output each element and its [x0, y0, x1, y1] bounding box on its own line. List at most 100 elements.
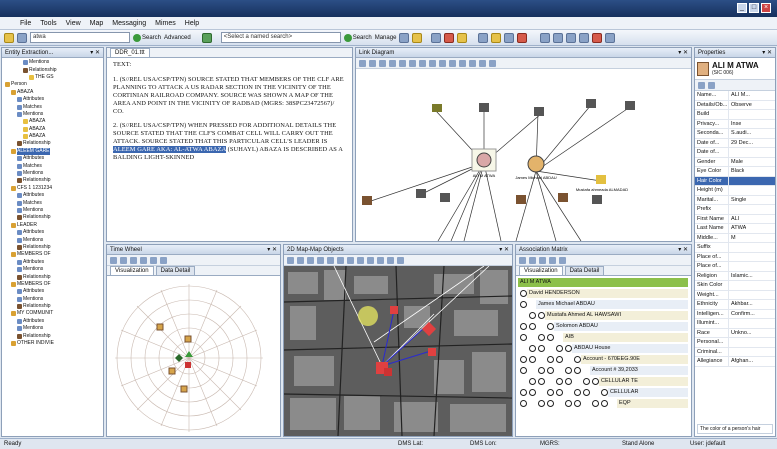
graph-node[interactable] [558, 193, 568, 202]
tree-item[interactable]: Mentions [2, 59, 103, 66]
menu-help[interactable]: Help [185, 20, 199, 27]
folder-icon[interactable] [4, 32, 14, 43]
tree-item[interactable]: Attributes [2, 259, 103, 266]
tree-item[interactable]: Mentions [2, 170, 103, 177]
association-marker[interactable] [529, 356, 536, 363]
tab-data-detail[interactable]: Data Detail [155, 266, 196, 275]
property-row[interactable]: Date of... [695, 148, 775, 158]
tree-item[interactable]: Matches [2, 162, 103, 169]
association-marker[interactable] [520, 367, 527, 374]
tool-icon[interactable] [459, 59, 466, 67]
tool-icon[interactable] [479, 59, 486, 67]
association-marker[interactable] [520, 301, 527, 308]
association-marker[interactable] [565, 400, 572, 407]
association-marker[interactable] [547, 400, 554, 407]
map-icon[interactable] [444, 32, 455, 43]
association-marker[interactable] [583, 389, 590, 396]
tree-item[interactable]: ABAZA [2, 89, 103, 96]
matrix-row[interactable]: AIB [563, 333, 688, 342]
property-row[interactable]: Intelligen... Confirm... [695, 309, 775, 319]
association-marker[interactable] [529, 345, 536, 352]
tool-icon[interactable] [140, 256, 147, 264]
association-marker[interactable] [520, 323, 527, 330]
tool-icon[interactable] [120, 256, 127, 264]
tree-item[interactable]: Person [2, 81, 103, 88]
property-row[interactable]: Personal... [695, 338, 775, 348]
map-marker[interactable] [390, 306, 398, 314]
timeline-event[interactable] [156, 323, 164, 331]
tree-item[interactable]: Relationship [2, 303, 103, 310]
tool-icon[interactable] [539, 256, 546, 264]
graph-node[interactable] [534, 107, 544, 116]
association-marker[interactable] [574, 400, 581, 407]
matrix-row[interactable]: CELLULAR [608, 388, 688, 397]
matrix-row[interactable]: ABDAU House [572, 344, 688, 353]
property-row[interactable]: Weight... [695, 290, 775, 300]
tree-item[interactable]: Mentions [2, 325, 103, 332]
tree-item[interactable]: Mentions [2, 207, 103, 214]
layout-icon[interactable] [540, 32, 551, 43]
property-row[interactable]: Criminal... [695, 347, 775, 357]
association-marker[interactable] [529, 378, 536, 385]
tree-item[interactable]: LEADER [2, 222, 103, 229]
search-input[interactable]: atwa [30, 32, 130, 43]
matrix-row[interactable]: EQP [617, 399, 688, 408]
tree-item[interactable]: Relationship [2, 140, 103, 147]
property-row[interactable]: Place of... [695, 262, 775, 272]
timeline-event[interactable] [180, 385, 188, 393]
association-marker[interactable] [547, 323, 554, 330]
matrix-row[interactable]: Account # 39,2033 [590, 366, 688, 375]
layout3-icon[interactable] [566, 32, 577, 43]
layout2-icon[interactable] [553, 32, 564, 43]
association-marker[interactable] [547, 356, 554, 363]
tool-icon[interactable] [317, 256, 324, 264]
property-row[interactable]: Ethnicity Akhbar... [695, 300, 775, 310]
minimize-icon[interactable]: _ [737, 3, 747, 13]
tree-item[interactable]: Attributes [2, 288, 103, 295]
tool-icon[interactable] [387, 256, 394, 264]
association-marker[interactable] [592, 400, 599, 407]
tool-icon[interactable] [389, 59, 396, 67]
tool-icon[interactable] [337, 256, 344, 264]
tree-item[interactable]: Mentions [2, 111, 103, 118]
tree-item[interactable]: Mentions [2, 236, 103, 243]
property-row[interactable]: Suffix [695, 243, 775, 253]
property-row[interactable]: Prefix [695, 205, 775, 215]
help-icon[interactable] [605, 32, 616, 43]
matrix-row[interactable]: James Michael ABDAU [536, 300, 688, 309]
property-row[interactable]: First Name ALI [695, 214, 775, 224]
tree-item[interactable]: Attributes [2, 318, 103, 325]
tool-icon[interactable] [439, 59, 446, 67]
named-search-button[interactable]: Search [343, 33, 372, 42]
association-marker[interactable] [565, 367, 572, 374]
maximize-icon[interactable]: □ [749, 3, 759, 13]
tab-data-detail[interactable]: Data Detail [564, 266, 605, 275]
graph-node[interactable] [586, 99, 596, 108]
association-marker[interactable] [529, 389, 536, 396]
property-row[interactable]: Last Name ATWA [695, 224, 775, 234]
matrix-row[interactable]: ALI M ATWA [518, 278, 688, 287]
association-marker[interactable] [601, 389, 608, 396]
property-row[interactable]: Skin Color [695, 281, 775, 291]
key-icon[interactable] [491, 32, 502, 43]
named-search-select[interactable]: <Select a named search> [220, 32, 341, 43]
property-row[interactable]: Race Unkno... [695, 328, 775, 338]
tree-item[interactable]: Mentions [2, 296, 103, 303]
table-icon[interactable] [431, 32, 442, 43]
close-icon[interactable]: × [761, 3, 771, 13]
tool-icon[interactable] [469, 59, 476, 67]
tool-icon[interactable] [150, 256, 157, 264]
graph-node[interactable] [527, 155, 545, 173]
tool-icon[interactable] [397, 256, 404, 264]
tree-item[interactable]: Attributes [2, 192, 103, 199]
tree-item[interactable]: THE GS [2, 74, 103, 81]
tab-visualization[interactable]: Visualization [519, 266, 563, 275]
tool-icon[interactable] [287, 256, 294, 264]
tool-icon[interactable] [369, 59, 376, 67]
association-marker[interactable] [520, 400, 527, 407]
graph-node[interactable] [440, 193, 450, 202]
close-icon[interactable]: ▾ ✕ [678, 48, 688, 58]
tab-visualization[interactable]: Visualization [110, 266, 154, 275]
property-row[interactable]: Gender Male [695, 157, 775, 167]
property-row[interactable]: Religion Islamic... [695, 271, 775, 281]
